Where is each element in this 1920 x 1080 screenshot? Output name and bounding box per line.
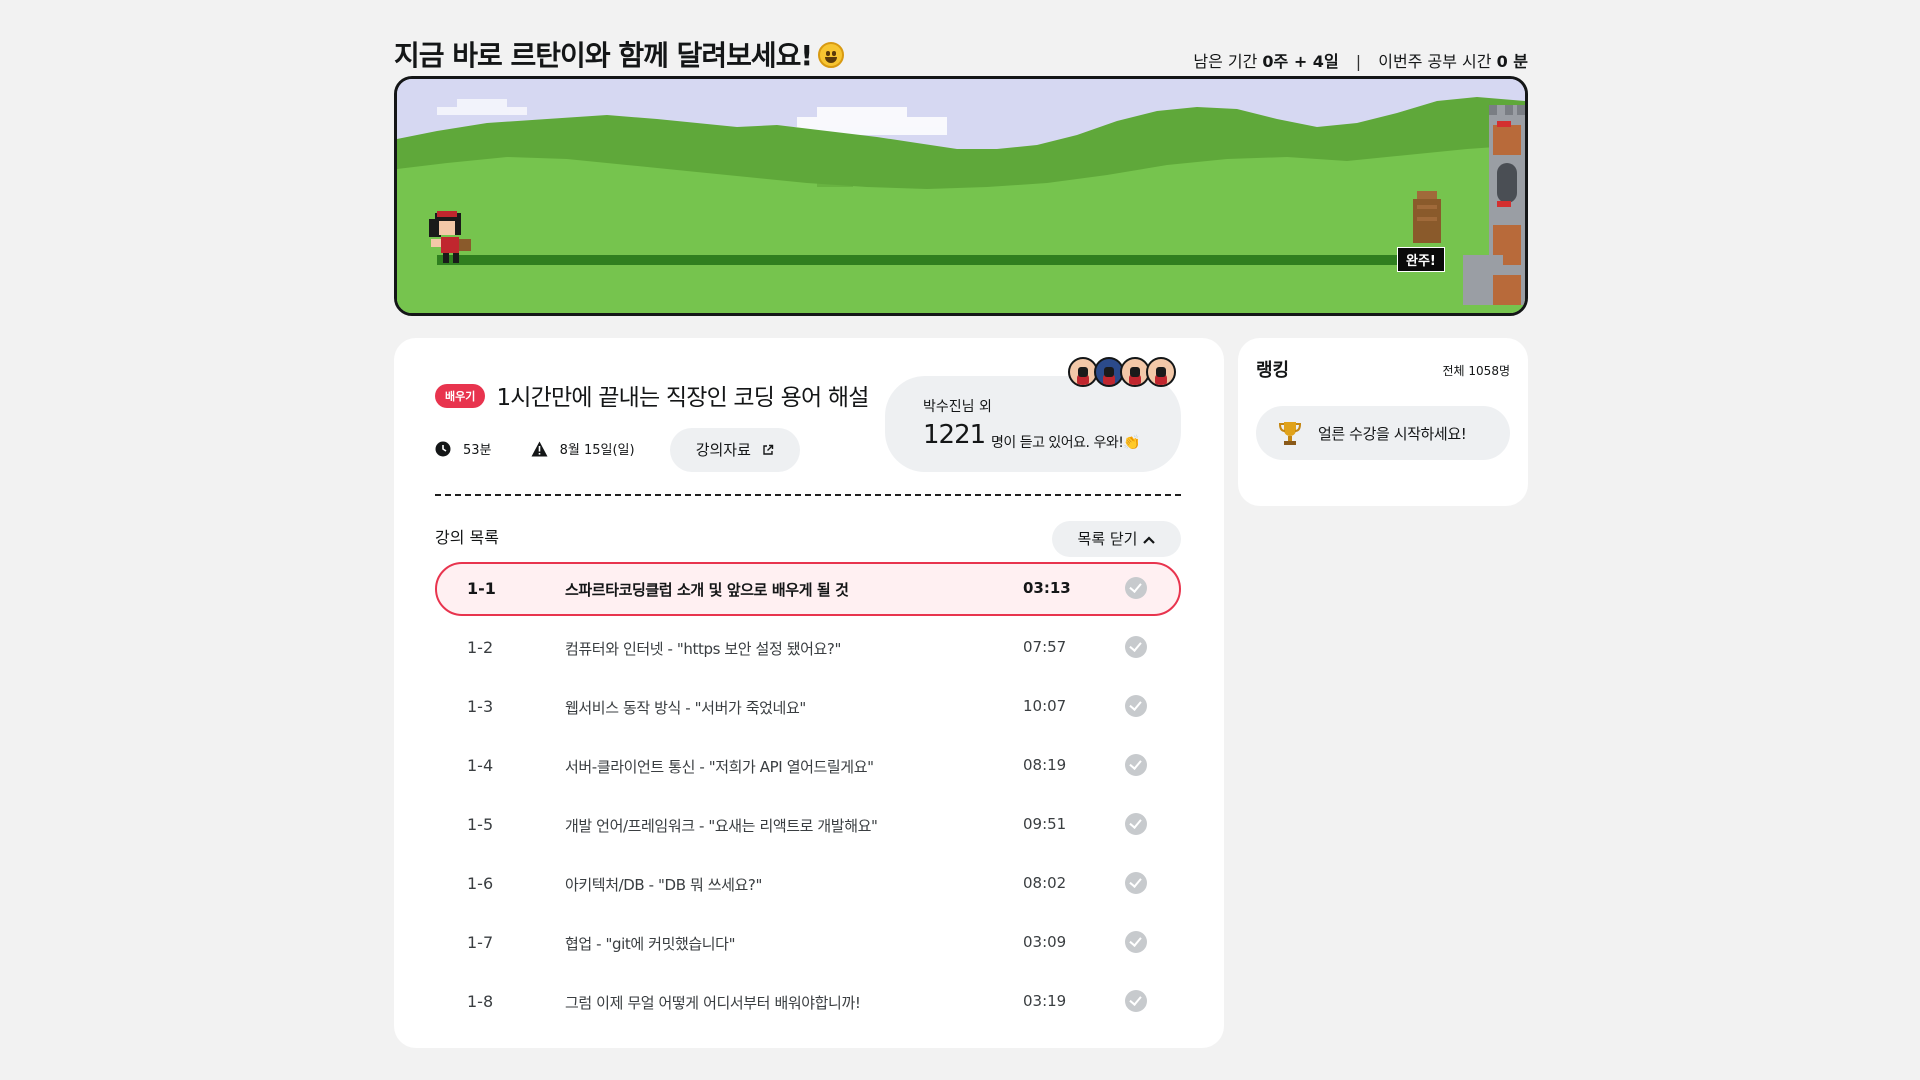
deadline-text: 8월 15일(일) xyxy=(559,443,635,458)
lecture-row[interactable]: 1-6 아키텍처/DB - "DB 뭐 쓰세요?" 08:02 xyxy=(435,857,1181,911)
social-tail: 명이 듣고 있어요. 우와!👏 xyxy=(991,432,1141,452)
grinning-face-icon xyxy=(818,42,845,68)
lecture-title: 그럼 이제 무얼 어떻게 어디서부터 배워야합니까! xyxy=(565,994,861,1012)
check-circle-icon xyxy=(1125,990,1147,1012)
stats-separator: | xyxy=(1355,52,1362,71)
lecture-title: 개발 언어/프레임워크 - "요새는 리액트로 개발해요" xyxy=(565,817,878,835)
remaining-label: 남은 기간 xyxy=(1193,52,1258,71)
check-circle-icon xyxy=(1125,872,1147,894)
hero-title-text: 지금 바로 르탄이와 함께 달려보세요! xyxy=(394,39,813,72)
learner-avatars xyxy=(1068,357,1176,389)
start-course-cta-text: 얼른 수강을 시작하세요! xyxy=(1318,425,1467,443)
lecture-row[interactable]: 1-2 컴퓨터와 인터넷 - "https 보안 설정 됐어요?" 07:57 xyxy=(435,621,1181,675)
lecture-number: 1-8 xyxy=(467,992,494,1011)
lecture-row[interactable]: 1-5 개발 언어/프레임워크 - "요새는 리액트로 개발해요" 09:51 xyxy=(435,798,1181,852)
course-title: 1시간만에 끝내는 직장인 코딩 용어 해설 xyxy=(496,385,869,411)
trophy-icon xyxy=(1278,421,1302,451)
start-course-cta[interactable]: 얼른 수강을 시작하세요! xyxy=(1256,406,1510,460)
external-link-icon xyxy=(762,429,774,473)
section-divider xyxy=(435,494,1181,496)
hero-title: 지금 바로 르탄이와 함께 달려보세요! xyxy=(394,34,845,74)
course-card: 배우기 1시간만에 끝내는 직장인 코딩 용어 해설 53분 8월 15일(일)… xyxy=(394,338,1224,1048)
collapse-list-label: 목록 닫기 xyxy=(1077,530,1138,548)
study-time-label: 이번주 공부 시간 xyxy=(1378,52,1492,71)
lecture-title: 협업 - "git에 커밋했습니다" xyxy=(565,935,736,953)
social-proof-bubble: 박수진님 외 1221 명이 듣고 있어요. 우와!👏 xyxy=(885,376,1181,472)
social-tail-text: 명이 듣고 있어요. 우와! xyxy=(991,435,1124,451)
lecture-number: 1-5 xyxy=(467,815,494,834)
lecture-duration: 10:07 xyxy=(1023,697,1067,715)
check-circle-icon xyxy=(1125,695,1147,717)
ground xyxy=(397,229,1525,313)
deadline: 8월 15일(일) xyxy=(531,439,635,461)
lecture-duration: 03:09 xyxy=(1023,933,1067,951)
course-material-button[interactable]: 강의자료 xyxy=(669,428,800,473)
check-circle-icon xyxy=(1125,577,1147,599)
finish-label: 완주! xyxy=(1397,247,1445,272)
ranking-card: 랭킹 전체 1058명 얼른 수강을 시작하세요! xyxy=(1238,338,1528,506)
lecture-title: 스파르타코딩클럽 소개 및 앞으로 배우게 될 것 xyxy=(565,581,849,599)
check-circle-icon xyxy=(1125,636,1147,658)
lecture-row[interactable]: 1-7 협업 - "git에 커밋했습니다" 03:09 xyxy=(435,916,1181,970)
lecture-duration: 07:57 xyxy=(1023,638,1067,656)
course-title-row: 배우기 1시간만에 끝내는 직장인 코딩 용어 해설 xyxy=(435,378,869,412)
lecture-row[interactable]: 1-3 웹서비스 동작 방식 - "서버가 죽었네요" 10:07 xyxy=(435,680,1181,734)
page: 지금 바로 르탄이와 함께 달려보세요! 남은 기간 0주 + 4일 | 이번주… xyxy=(394,0,1528,1080)
lecture-number: 1-3 xyxy=(467,697,494,716)
lecture-row[interactable]: 1-1 스파르타코딩클럽 소개 및 앞으로 배우게 될 것 03:13 xyxy=(435,562,1181,616)
lecture-number: 1-2 xyxy=(467,638,494,657)
game-banner: 완주! xyxy=(394,76,1528,316)
duration: 53분 xyxy=(435,439,492,461)
lecture-row[interactable]: 1-4 서버-클라이언트 통신 - "저희가 API 열어드릴게요" 08:19 xyxy=(435,739,1181,793)
check-circle-icon xyxy=(1125,754,1147,776)
lecture-duration: 08:02 xyxy=(1023,874,1067,892)
lecture-duration: 09:51 xyxy=(1023,815,1067,833)
remaining-value: 0주 + 4일 xyxy=(1262,52,1339,71)
ranking-total: 전체 1058명 xyxy=(1442,364,1510,378)
hero-header: 지금 바로 르탄이와 함께 달려보세요! 남은 기간 0주 + 4일 | 이번주… xyxy=(394,34,1528,74)
lecture-duration: 08:19 xyxy=(1023,756,1067,774)
lecture-number: 1-1 xyxy=(467,579,496,598)
course-type-badge: 배우기 xyxy=(435,384,486,408)
lecture-list: 1-1 스파르타코딩클럽 소개 및 앞으로 배우게 될 것 03:13 1-2 컴퓨터와… xyxy=(435,562,1181,1034)
lecture-duration: 03:19 xyxy=(1023,992,1067,1010)
lecture-number: 1-4 xyxy=(467,756,494,775)
lecture-row[interactable]: 1-8 그럼 이제 무얼 어떻게 어디서부터 배워야합니까! 03:19 xyxy=(435,975,1181,1029)
game-scene xyxy=(397,79,1525,313)
check-circle-icon xyxy=(1125,931,1147,953)
duration-text: 53분 xyxy=(463,443,492,458)
study-time-value: 0 분 xyxy=(1496,52,1528,71)
clapping-hands-icon: 👏 xyxy=(1123,435,1141,451)
lecture-number: 1-6 xyxy=(467,874,494,893)
chevron-up-icon xyxy=(1143,521,1156,557)
warning-icon xyxy=(531,441,548,461)
course-material-label: 강의자료 xyxy=(695,441,751,459)
lecture-title: 아키텍처/DB - "DB 뭐 쓰세요?" xyxy=(565,876,762,894)
finish-post xyxy=(1413,191,1441,243)
course-meta: 53분 8월 15일(일) 강의자료 xyxy=(435,428,800,472)
lecture-duration: 03:13 xyxy=(1023,579,1071,597)
clock-icon xyxy=(435,441,451,461)
lecture-number: 1-7 xyxy=(467,933,494,952)
lecture-title: 컴퓨터와 인터넷 - "https 보안 설정 됐어요?" xyxy=(565,640,841,658)
social-name: 박수진님 외 xyxy=(923,399,992,415)
lecture-list-title: 강의 목록 xyxy=(435,528,499,547)
ranking-title: 랭킹 xyxy=(1256,360,1290,381)
collapse-list-button[interactable]: 목록 닫기 xyxy=(1052,521,1181,557)
hero-stats: 남은 기간 0주 + 4일 | 이번주 공부 시간 0 분 xyxy=(1193,48,1528,72)
social-count: 1221 xyxy=(923,420,986,450)
avatar xyxy=(1146,357,1176,387)
running-track xyxy=(437,255,1437,265)
lecture-title: 웹서비스 동작 방식 - "서버가 죽었네요" xyxy=(565,699,806,717)
check-circle-icon xyxy=(1125,813,1147,835)
lecture-title: 서버-클라이언트 통신 - "저희가 API 열어드릴게요" xyxy=(565,758,874,776)
